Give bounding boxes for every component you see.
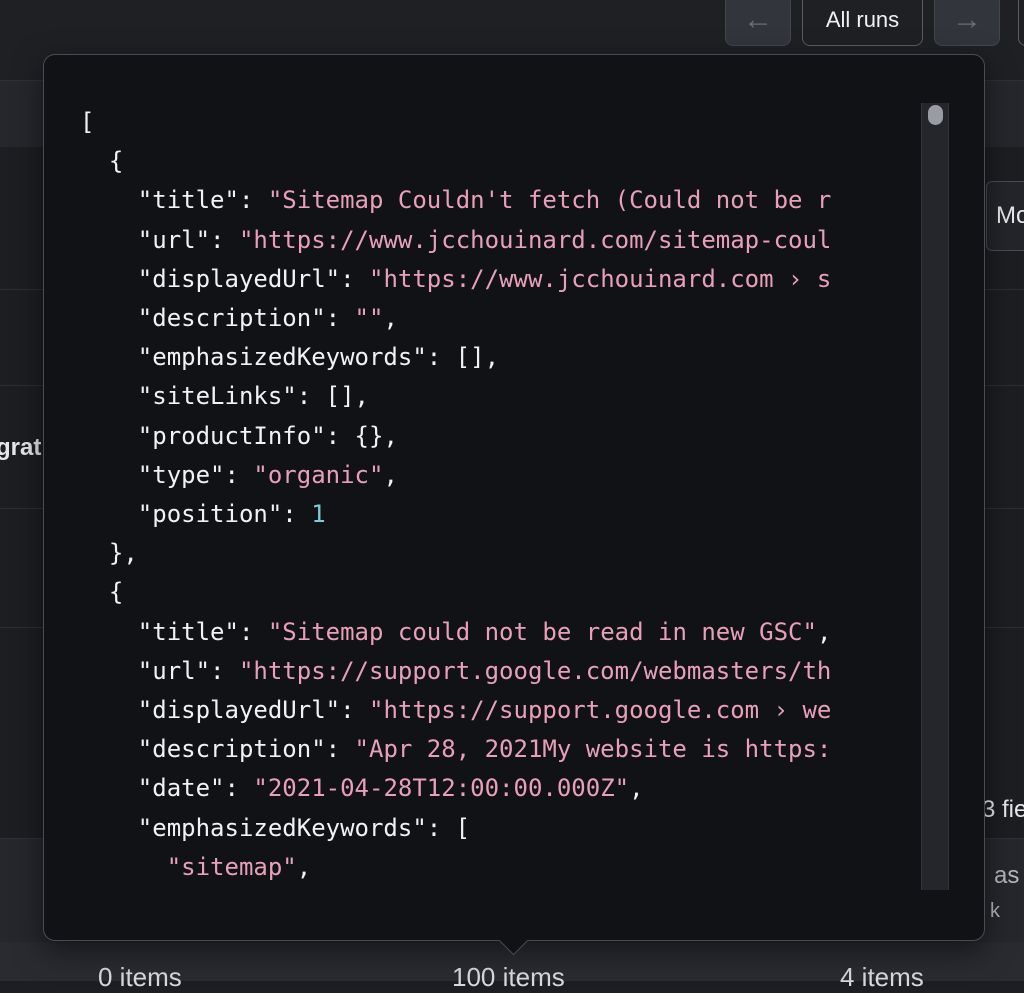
scrollbar-track[interactable] [921, 103, 949, 890]
right-partial-button-label: Mo [996, 202, 1024, 229]
code-line: "siteLinks": [], [80, 382, 369, 411]
code-line: "displayedUrl": "https://www.jcchouinard… [80, 264, 832, 293]
all-runs-label: All runs [825, 7, 900, 32]
footer-text-partial-2: k [990, 900, 1000, 922]
code-line: "productInfo": {}, [80, 421, 398, 450]
json-code-view[interactable]: [ { "title": "Sitemap Couldn't fetch (Co… [80, 103, 891, 889]
code-line: "title": "Sitemap could not be read in n… [80, 617, 832, 646]
next-run-button[interactable]: → [934, 0, 1000, 46]
code-line: "sitemap", [80, 852, 312, 881]
code-line: "type": "organic", [80, 460, 398, 489]
code-line: "emphasizedKeywords": [], [80, 343, 500, 372]
code-line: { [80, 147, 124, 176]
code-line: [ [80, 108, 95, 136]
footer-text-partial: as [994, 862, 1020, 889]
code-line: { [80, 578, 124, 607]
code-line: "emphasizedKeywords": [ [80, 813, 471, 842]
code-line: "date": "2021-04-28T12:00:00.000Z", [80, 774, 644, 803]
code-line: }, [80, 539, 138, 568]
previous-run-button[interactable]: ← [725, 0, 791, 46]
scrollbar-thumb[interactable] [928, 105, 943, 125]
count-left: 0 items [98, 962, 182, 992]
code-line: "url": "https://support.google.com/webma… [80, 656, 832, 685]
code-line: "displayedUrl": "https://support.google.… [80, 696, 832, 725]
json-code: [ { "title": "Sitemap Couldn't fetch (Co… [80, 103, 891, 887]
arrow-left-icon: ← [743, 3, 773, 36]
toolbar-edge-button[interactable] [1018, 0, 1024, 46]
count-right: 4 items [840, 962, 924, 992]
row-text-partial: grat [0, 434, 42, 461]
all-runs-button[interactable]: All runs [802, 0, 923, 46]
code-line: "description": "Apr 28, 2021My website i… [80, 735, 832, 764]
arrow-right-icon: → [952, 3, 982, 36]
code-line: "title": "Sitemap Couldn't fetch (Could … [80, 186, 832, 215]
code-line: "url": "https://www.jcchouinard.com/site… [80, 225, 832, 254]
code-line: "description": "", [80, 304, 398, 333]
right-partial-button[interactable]: Mo [986, 181, 1024, 251]
code-line: "position": 1 [80, 500, 326, 529]
count-center: 100 items [452, 962, 565, 992]
fields-count-partial: 3 fie [982, 796, 1024, 823]
